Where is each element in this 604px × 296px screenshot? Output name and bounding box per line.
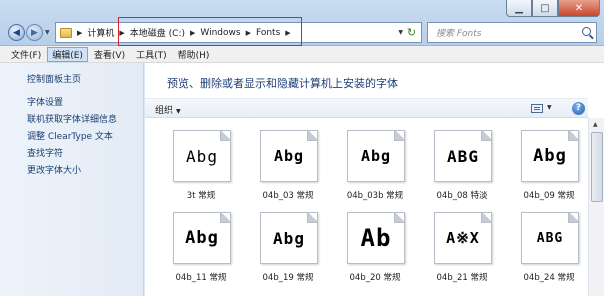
font-sample: Abg xyxy=(273,147,305,165)
font-item[interactable]: Abg 04b_03 常规 xyxy=(242,127,328,213)
title-bar: ▁ □ ✕ ◀ ▶ ▼ ▶ 计算机 ▶ 本地磁盘 (C:) ▶ Windows … xyxy=(0,0,604,46)
font-sample: A※X xyxy=(446,229,480,247)
get-font-info-online-link[interactable]: 联机获取字体详细信息 xyxy=(27,114,117,131)
adjust-cleartype-link[interactable]: 调整 ClearType 文本 xyxy=(27,131,117,148)
font-item[interactable]: A※X 04b_21 常规 xyxy=(416,209,502,295)
search-placeholder: 搜索 Fonts xyxy=(436,29,482,39)
font-item[interactable]: Ab 04b_20 常规 xyxy=(329,209,415,295)
scroll-thumb[interactable] xyxy=(591,132,603,202)
font-file-icon: Abg xyxy=(347,130,405,182)
font-file-icon: Abg xyxy=(173,212,231,264)
help-icon[interactable]: ? xyxy=(572,102,585,115)
window-controls: ▁ □ ✕ xyxy=(506,0,600,17)
address-history-dropdown[interactable]: ▼ xyxy=(398,29,403,36)
menu-help[interactable]: 帮助(H) xyxy=(173,47,215,62)
organize-button[interactable]: 组织 ▼ xyxy=(155,103,181,116)
font-name: 04b_03b 常规 xyxy=(346,191,404,201)
content-pane: 预览、删除或者显示和隐藏计算机上安装的字体 组织 ▼ ▼ ? Abg 3t 常规 … xyxy=(145,63,604,296)
font-sample: ABG xyxy=(536,230,564,246)
menu-view[interactable]: 查看(V) xyxy=(89,47,130,62)
font-file-icon: Abg xyxy=(260,212,318,264)
font-file-icon: ABG xyxy=(521,212,579,264)
font-sample: Abg xyxy=(273,228,305,248)
chevron-right-icon[interactable]: ▶ xyxy=(77,29,82,37)
font-item[interactable]: Abg 3t 常规 xyxy=(155,127,241,213)
page-title: 预览、删除或者显示和隐藏计算机上安装的字体 xyxy=(167,77,398,90)
font-file-icon: Abg xyxy=(173,130,231,182)
arrow-left-icon: ◀ xyxy=(13,27,20,38)
font-file-icon: Ab xyxy=(347,212,405,264)
font-item[interactable]: ABG 04b_24 常规 xyxy=(503,209,589,295)
folder-icon xyxy=(60,27,72,38)
refresh-icon[interactable]: ↻ xyxy=(405,26,418,39)
scroll-up-icon[interactable]: ▲ xyxy=(593,121,598,128)
organize-label: 组织 xyxy=(155,106,174,116)
menu-file[interactable]: 文件(F) xyxy=(6,47,46,62)
font-name: 04b_20 常规 xyxy=(349,273,401,283)
font-file-icon: ABG xyxy=(434,130,492,182)
forward-button[interactable]: ▶ xyxy=(26,24,43,41)
back-button[interactable]: ◀ xyxy=(8,24,25,41)
view-options-dropdown[interactable]: ▼ xyxy=(547,104,552,111)
font-name: 04b_08 特淡 xyxy=(436,191,488,201)
font-item[interactable]: ABG 04b_08 特淡 xyxy=(416,127,502,213)
font-file-icon: Abg xyxy=(260,130,318,182)
font-name: 04b_24 常规 xyxy=(523,273,575,283)
breadcrumb-computer[interactable]: 计算机 xyxy=(87,26,114,39)
vertical-scrollbar[interactable]: ▲ xyxy=(588,118,604,296)
font-item[interactable]: Abg 04b_19 常规 xyxy=(242,209,328,295)
search-icon[interactable] xyxy=(582,27,591,36)
task-links: 字体设置 联机获取字体详细信息 调整 ClearType 文本 查找字符 更改字… xyxy=(27,97,117,182)
recent-pages-dropdown[interactable]: ▼ xyxy=(45,29,50,36)
change-font-size-link[interactable]: 更改字体大小 xyxy=(27,165,117,182)
chevron-down-icon: ▼ xyxy=(176,108,181,115)
minimize-button[interactable]: ▁ xyxy=(506,0,532,17)
close-button[interactable]: ✕ xyxy=(558,0,600,17)
font-sample: Ab xyxy=(360,224,392,252)
menu-edit[interactable]: 编辑(E) xyxy=(47,46,88,62)
font-name: 04b_09 常规 xyxy=(523,191,575,201)
task-pane: 控制面板主页 字体设置 联机获取字体详细信息 调整 ClearType 文本 查… xyxy=(0,63,144,296)
font-name: 04b_21 常规 xyxy=(436,273,488,283)
font-item[interactable]: Abg 04b_03b 常规 xyxy=(329,127,415,213)
maximize-button[interactable]: □ xyxy=(532,0,558,17)
font-sample: ABG xyxy=(447,146,479,166)
font-sample: Abg xyxy=(186,146,218,166)
font-file-icon: Abg xyxy=(521,130,579,182)
menu-tools[interactable]: 工具(T) xyxy=(131,47,172,62)
font-name: 3t 常规 xyxy=(186,191,216,201)
command-bar: 组织 ▼ ▼ ? xyxy=(145,98,588,118)
font-sample: Abg xyxy=(360,147,392,165)
font-item[interactable]: Abg 04b_09 常规 xyxy=(503,127,589,213)
font-name: 04b_03 常规 xyxy=(262,191,314,201)
font-file-icon: A※X xyxy=(434,212,492,264)
font-item[interactable]: Abg 04b_11 常规 xyxy=(155,209,241,295)
control-panel-home-link[interactable]: 控制面板主页 xyxy=(27,72,81,85)
font-sample: Abg xyxy=(185,228,219,248)
menu-bar: 文件(F) 编辑(E) 查看(V) 工具(T) 帮助(H) xyxy=(0,46,604,63)
highlight-annotation xyxy=(118,17,302,46)
font-name: 04b_11 常规 xyxy=(175,273,227,283)
arrow-right-icon: ▶ xyxy=(31,27,38,38)
find-character-link[interactable]: 查找字符 xyxy=(27,148,117,165)
font-settings-link[interactable]: 字体设置 xyxy=(27,97,117,114)
search-input[interactable]: 搜索 Fonts xyxy=(427,22,597,43)
font-name: 04b_19 常规 xyxy=(262,273,314,283)
font-sample: Abg xyxy=(533,146,567,166)
change-view-icon[interactable] xyxy=(531,104,543,113)
